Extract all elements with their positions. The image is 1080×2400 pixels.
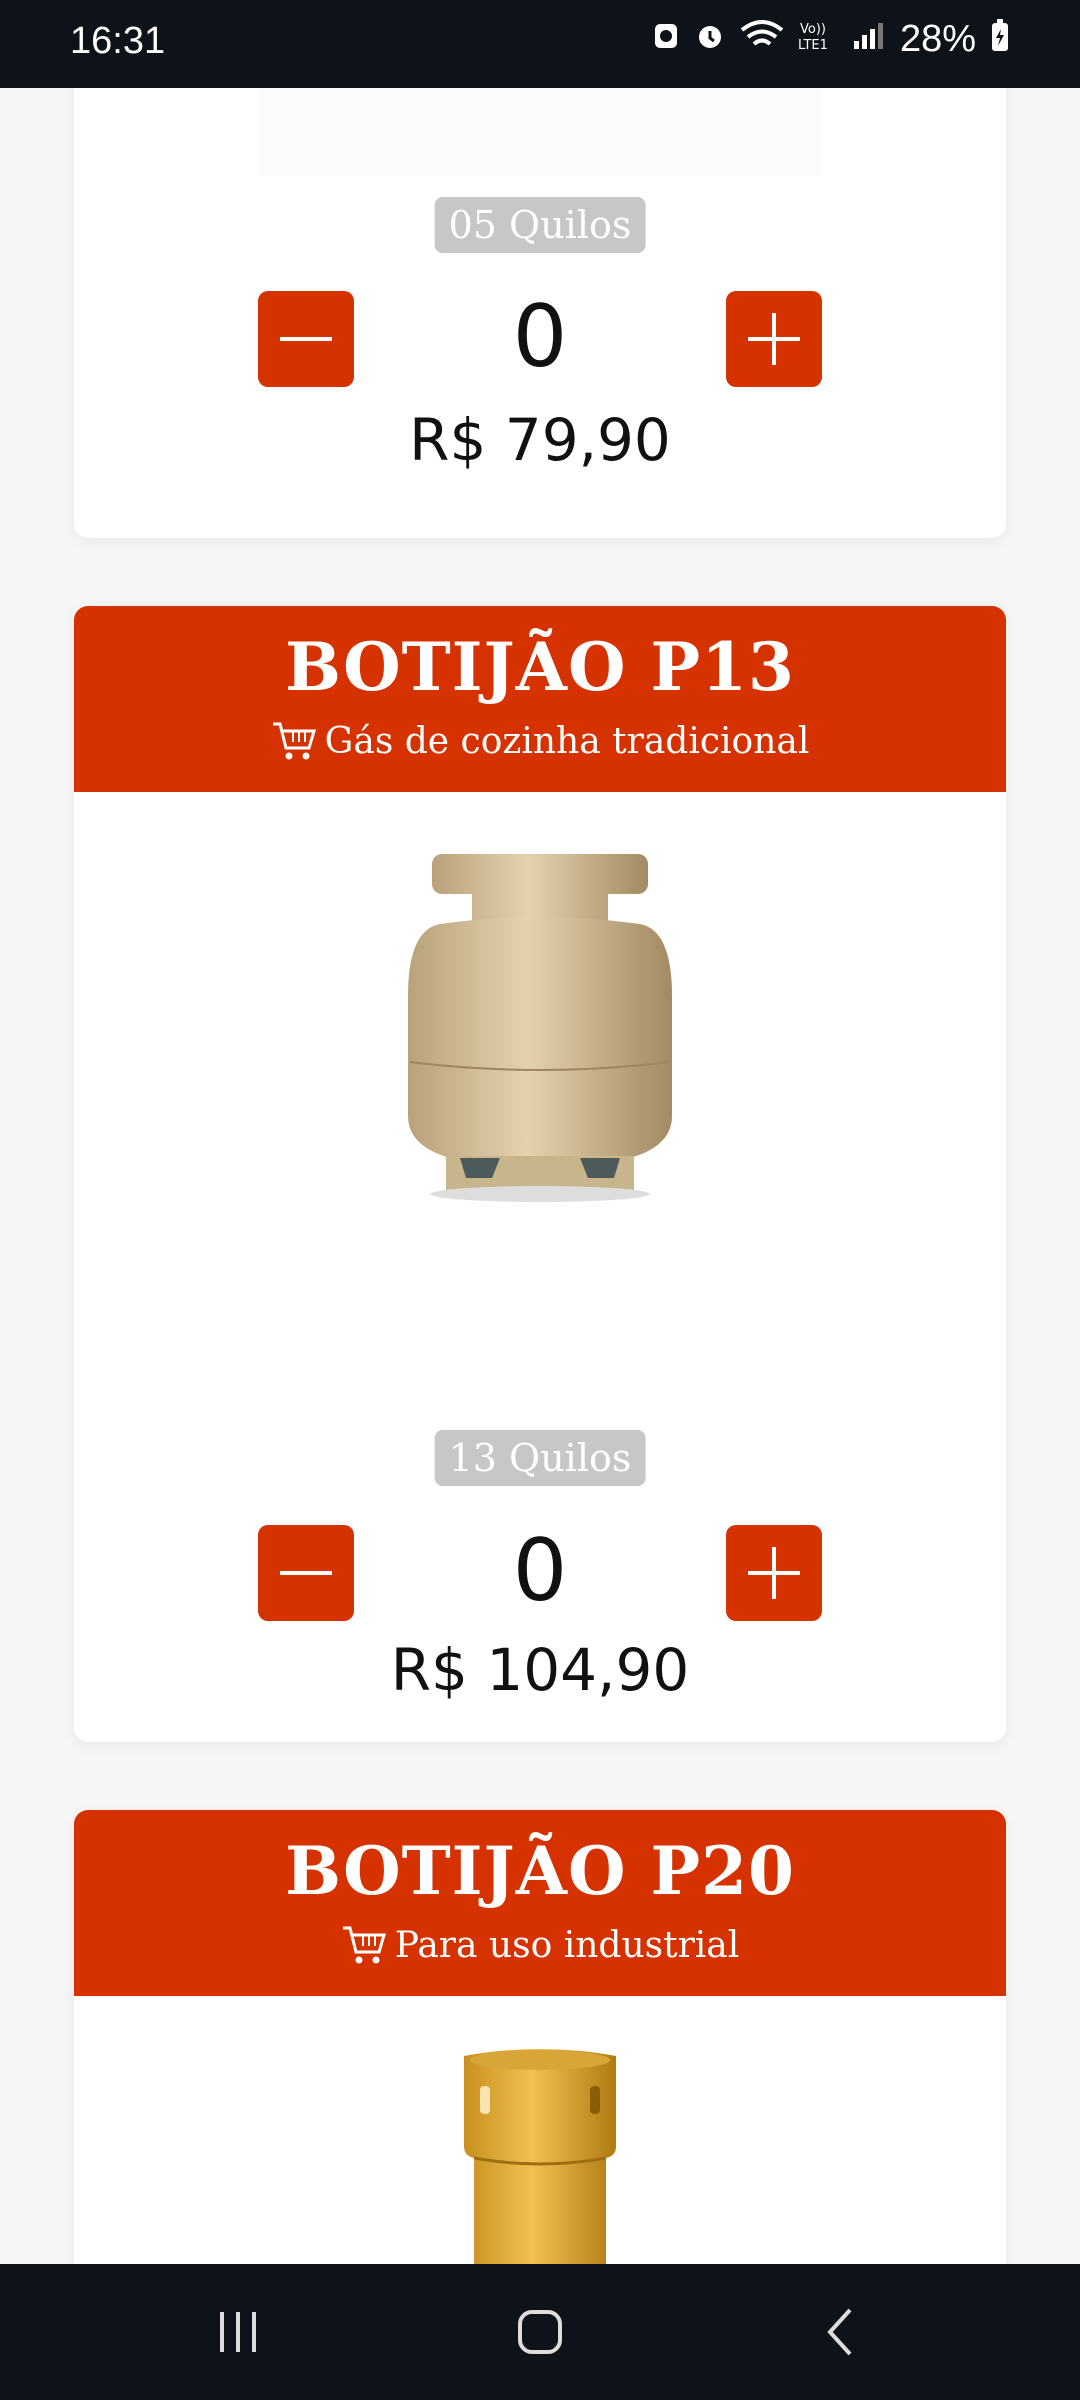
plus-icon <box>748 313 800 365</box>
product-list[interactable]: 05 Quilos 0 R$ 79,90 BOTIJÃO P13 Gás de … <box>0 88 1080 2264</box>
status-icons: Vo)) LTE1 28% <box>652 18 1010 61</box>
svg-text:Vo)): Vo)) <box>800 22 826 37</box>
battery-icon <box>990 18 1010 61</box>
lte-icon: Vo)) LTE1 <box>798 19 838 61</box>
product-subtitle: Gás de cozinha tradicional <box>74 718 1006 764</box>
weight-badge: 05 Quilos <box>434 197 646 253</box>
product-subtitle: Para uso industrial <box>74 1922 1006 1968</box>
recent-apps-icon <box>220 2312 256 2352</box>
recent-apps-button[interactable] <box>208 2304 268 2360</box>
product-image-p13 <box>74 846 1006 1206</box>
wifi-icon <box>740 19 784 60</box>
product-title: BOTIJÃO P13 <box>285 628 795 706</box>
product-subtitle-text: Para uso industrial <box>394 1924 740 1966</box>
svg-text:LTE1: LTE1 <box>798 38 828 53</box>
product-title: BOTIJÃO P20 <box>285 1832 795 1910</box>
cart-icon <box>272 722 316 760</box>
product-image-p05 <box>74 88 1006 176</box>
home-icon <box>518 2310 562 2354</box>
back-button[interactable] <box>812 2304 872 2360</box>
alarm-icon <box>694 20 726 60</box>
status-time: 16:31 <box>70 20 166 62</box>
price: R$ 79,90 <box>409 406 671 474</box>
quantity-stepper: 0 <box>74 1521 1006 1621</box>
price: R$ 104,90 <box>390 1636 690 1704</box>
plus-icon <box>748 1547 800 1599</box>
signal-icon <box>852 21 886 59</box>
product-subtitle-text: Gás de cozinha tradicional <box>324 720 810 762</box>
notification-icon <box>652 21 680 59</box>
cart-icon <box>342 1926 386 1964</box>
increase-button[interactable] <box>726 291 822 387</box>
card-header: BOTIJÃO P20 Para uso industrial <box>74 1810 1006 1996</box>
quantity-stepper: 0 <box>74 287 1006 387</box>
quantity-value: 0 <box>512 1521 568 1621</box>
back-icon <box>827 2308 852 2356</box>
product-image-p20 <box>74 2046 1006 2264</box>
product-card-p20: BOTIJÃO P20 Para uso industrial <box>74 1810 1006 2264</box>
product-card-p05: 05 Quilos 0 R$ 79,90 <box>74 88 1006 538</box>
home-button[interactable] <box>510 2304 570 2360</box>
increase-button[interactable] <box>726 1525 822 1621</box>
card-header: BOTIJÃO P13 Gás de cozinha tradicional <box>74 606 1006 792</box>
status-bar: 16:31 Vo)) LTE1 28% <box>0 0 1080 88</box>
quantity-value: 0 <box>512 287 568 387</box>
battery-percent: 28% <box>899 18 976 60</box>
product-card-p13: BOTIJÃO P13 Gás de cozinha tradicional 1… <box>74 606 1006 1742</box>
navigation-bar <box>0 2264 1080 2400</box>
weight-badge: 13 Quilos <box>434 1430 646 1486</box>
